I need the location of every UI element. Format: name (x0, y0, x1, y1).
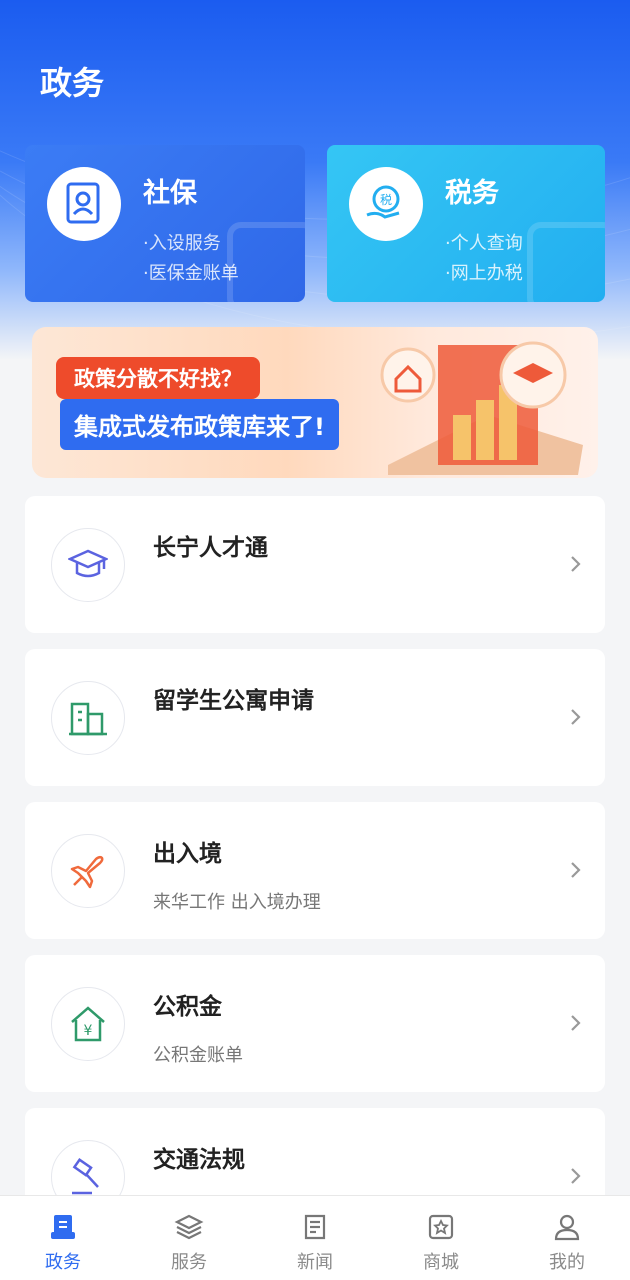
list-item-immigration[interactable]: 出入境 来华工作 出入境办理 (25, 802, 605, 939)
policy-banner[interactable]: 政策分散不好找？ 集成式发布政策库来了! (32, 327, 598, 478)
user-icon (554, 1214, 580, 1241)
card-title: 社保 (143, 178, 197, 209)
list-item-title: 长宁人才通 (153, 535, 268, 561)
list-item-housing-fund[interactable]: ¥ 公积金 公积金账单 (25, 955, 605, 1092)
chevron-right-icon (571, 556, 581, 572)
document-icon (66, 182, 100, 224)
tax-card[interactable]: 税 税务 ·个人查询 ·网上办税 (327, 145, 605, 302)
house-yuan-icon: ¥ (71, 1006, 105, 1042)
policy-book-illustration (380, 341, 583, 475)
tab-mine[interactable]: 我的 (504, 1196, 630, 1280)
bottom-tab-bar: 政务 服务 新闻 商城 我的 (0, 1195, 630, 1280)
list-icon-circle (51, 681, 125, 755)
list-item-title: 交通法规 (153, 1147, 245, 1173)
tax-hand-icon: 税 (366, 185, 400, 219)
building-icon (69, 702, 107, 736)
list-icon-circle (51, 528, 125, 602)
card-link-2[interactable]: ·医保金账单 (143, 259, 239, 285)
list-icon-circle: ¥ (51, 987, 125, 1061)
list-item-talent[interactable]: 长宁人才通 (25, 496, 605, 633)
social-security-card[interactable]: 社保 ·入设服务 ·医保金账单 (25, 145, 305, 302)
card-link-2[interactable]: ·网上办税 (445, 259, 523, 285)
tab-news[interactable]: 新闻 (252, 1196, 378, 1280)
svg-text:¥: ¥ (84, 1023, 93, 1039)
page-title: 政务 (40, 64, 105, 102)
chevron-right-icon (571, 862, 581, 878)
list-item-subtitle: 来华工作 出入境办理 (153, 892, 321, 913)
news-icon (304, 1214, 326, 1240)
gavel-icon (72, 1157, 99, 1195)
chevron-right-icon (571, 1015, 581, 1031)
tab-label: 新闻 (297, 1252, 333, 1273)
tab-label: 政务 (45, 1252, 81, 1273)
gov-icon (51, 1215, 75, 1239)
graduation-cap-icon (68, 549, 108, 578)
list-item-apartment[interactable]: 留学生公寓申请 (25, 649, 605, 786)
list-icon-circle (51, 834, 125, 908)
list-item-title: 留学生公寓申请 (153, 688, 314, 714)
tab-gov[interactable]: 政务 (0, 1196, 126, 1280)
banner-subheadline: 集成式发布政策库来了! (60, 399, 339, 450)
card-link-1[interactable]: ·个人查询 (445, 229, 523, 255)
tab-mall[interactable]: 商城 (378, 1196, 504, 1280)
tax-icon-text: 税 (380, 193, 392, 207)
card-title: 税务 (445, 178, 499, 209)
tab-service[interactable]: 服务 (126, 1196, 252, 1280)
card-link-1[interactable]: ·入设服务 (143, 229, 221, 255)
list-item-title: 出入境 (153, 841, 222, 867)
tab-label: 商城 (423, 1252, 459, 1273)
card-decoration (527, 222, 605, 302)
tax-icon-circle: 税 (349, 167, 423, 241)
banner-headline: 政策分散不好找？ (56, 357, 260, 399)
airplane-icon (70, 855, 104, 889)
tab-label: 我的 (549, 1252, 585, 1273)
mall-icon (428, 1214, 454, 1240)
tab-label: 服务 (171, 1252, 207, 1273)
chevron-right-icon (571, 709, 581, 725)
chevron-right-icon (571, 1168, 581, 1184)
layers-icon (174, 1214, 204, 1240)
list-item-subtitle: 公积金账单 (153, 1045, 243, 1066)
list-item-title: 公积金 (153, 994, 222, 1020)
social-icon-circle (47, 167, 121, 241)
